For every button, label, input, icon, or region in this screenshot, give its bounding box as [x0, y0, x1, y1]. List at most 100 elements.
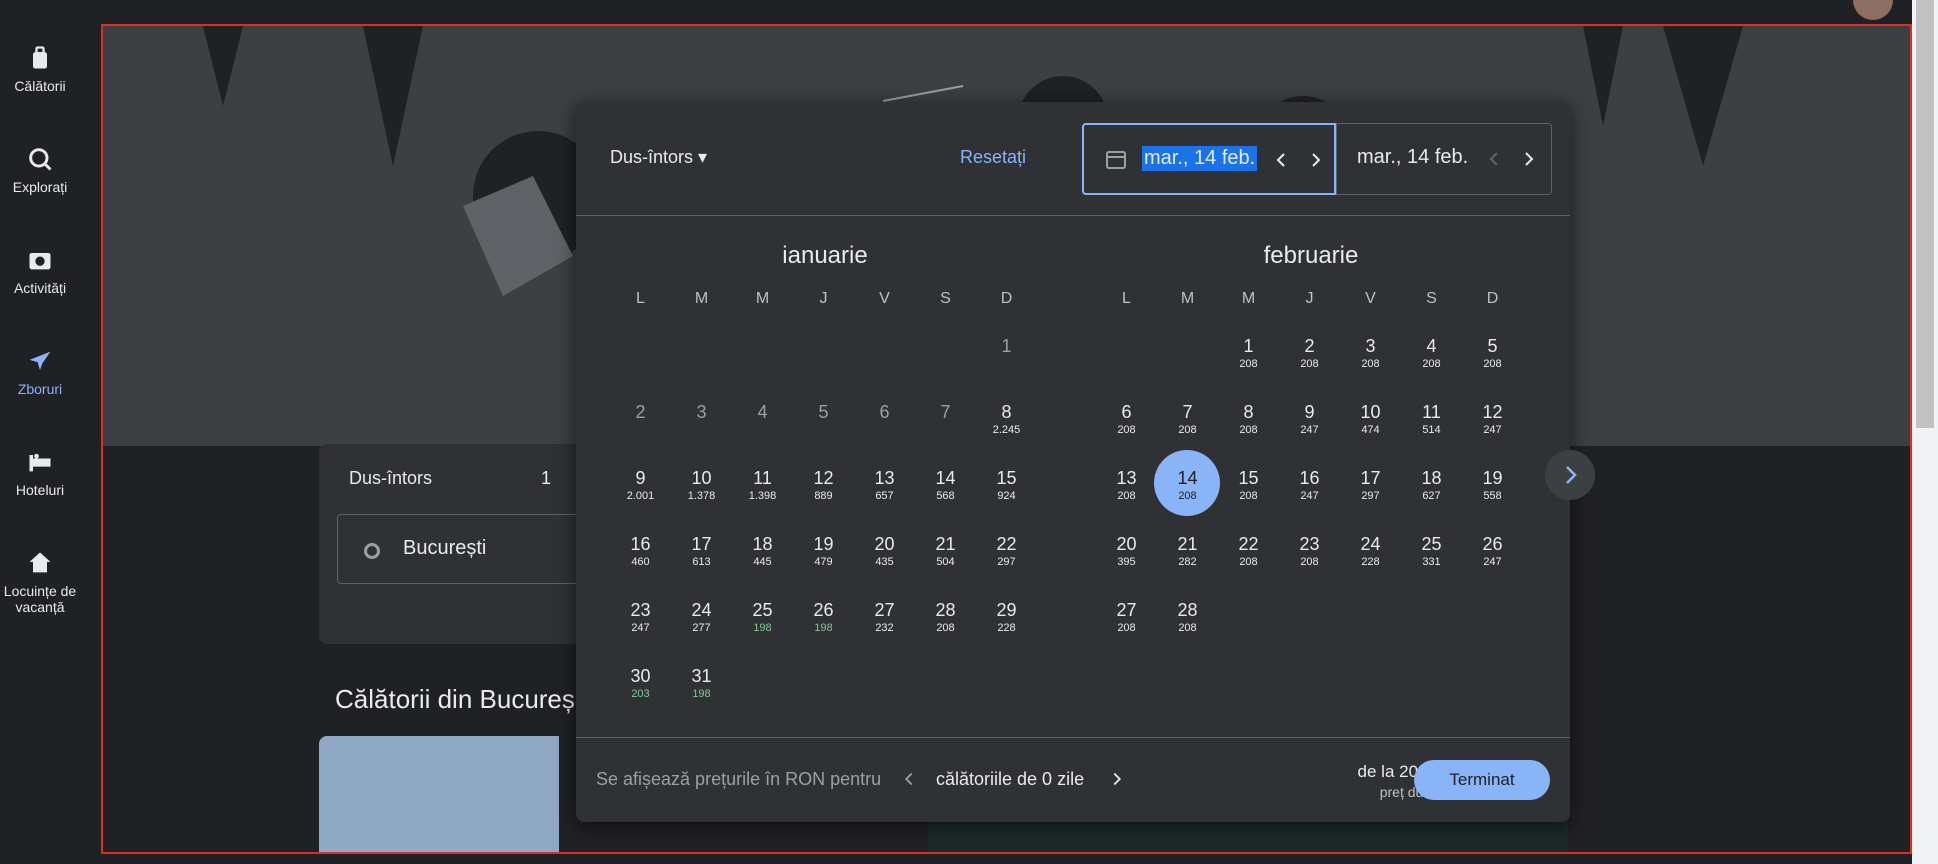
- calendar-day[interactable]: 26 198: [793, 594, 854, 660]
- next-month-button[interactable]: [1545, 450, 1595, 500]
- sidebar-item-hotels[interactable]: Hoteluri: [0, 448, 80, 498]
- calendar-day[interactable]: 29 228: [976, 594, 1037, 660]
- day-price: 208: [1117, 622, 1136, 634]
- month-january: ianuarie LMMJVSD 1 2 3 4 5 6 7 8 2.245 9 2.001 10 1.…: [610, 242, 1040, 726]
- calendar-day[interactable]: 11 1.398: [732, 462, 793, 528]
- calendar-day[interactable]: 10 474: [1340, 396, 1401, 462]
- calendar-day[interactable]: 23 208: [1279, 528, 1340, 594]
- trip-type-select[interactable]: Dus-întors: [349, 468, 432, 489]
- sidebar-item-activities[interactable]: Activități: [0, 246, 80, 296]
- day-number: 3: [1365, 336, 1376, 356]
- calendar-day[interactable]: 20 395: [1096, 528, 1157, 594]
- passengers-select[interactable]: 1: [541, 468, 551, 489]
- calendar-day[interactable]: 28 208: [915, 594, 976, 660]
- calendar-day[interactable]: 2 208: [1279, 330, 1340, 396]
- day-number: 7: [1182, 402, 1193, 422]
- calendar-day[interactable]: 12 889: [793, 462, 854, 528]
- empty-cell: [854, 330, 915, 396]
- chevron-left-icon[interactable]: [898, 768, 920, 790]
- chevron-left-icon[interactable]: [1482, 147, 1506, 171]
- calendar-day[interactable]: 12 247: [1462, 396, 1523, 462]
- calendar-day: 1: [976, 330, 1037, 396]
- calendar-day[interactable]: 1 208: [1218, 330, 1279, 396]
- chevron-right-icon[interactable]: [1304, 148, 1328, 172]
- calendar-day[interactable]: 15 208: [1218, 462, 1279, 528]
- picker-trip-type-select[interactable]: Dus-întors ▾: [610, 147, 707, 168]
- sidebar-item-flights[interactable]: Zboruri: [0, 347, 80, 397]
- empty-cell: [671, 330, 732, 396]
- reset-button[interactable]: Resetați: [960, 147, 1026, 168]
- calendar-day[interactable]: 28 208: [1157, 594, 1218, 660]
- calendar-day[interactable]: 18 627: [1401, 462, 1462, 528]
- calendar-day[interactable]: 8 208: [1218, 396, 1279, 462]
- calendar-day[interactable]: 16 247: [1279, 462, 1340, 528]
- chevron-right-icon: [1566, 466, 1577, 484]
- calendar-day[interactable]: 14 568: [915, 462, 976, 528]
- calendar-day[interactable]: 22 208: [1218, 528, 1279, 594]
- done-button[interactable]: Terminat: [1414, 760, 1550, 800]
- day-price: 1.378: [687, 490, 716, 502]
- calendar-day[interactable]: 11 514: [1401, 396, 1462, 462]
- sidebar-item-label: Zboruri: [17, 381, 63, 397]
- flight-icon: [29, 351, 51, 371]
- day-price: 924: [997, 490, 1016, 502]
- calendar-day[interactable]: 10 1.378: [671, 462, 732, 528]
- calendar-day[interactable]: 19 558: [1462, 462, 1523, 528]
- return-date-value: mar., 14 feb.: [1357, 146, 1469, 168]
- calendar-day[interactable]: 15 924: [976, 462, 1037, 528]
- calendar-day[interactable]: 31 198: [671, 660, 732, 726]
- chevron-right-icon[interactable]: [1517, 147, 1541, 171]
- return-date-field[interactable]: mar., 14 feb.: [1336, 123, 1552, 195]
- sidebar-item-vacation-rentals[interactable]: Locuințe de vacanță: [0, 549, 80, 615]
- calendar-day[interactable]: 21 282: [1157, 528, 1218, 594]
- day-number: 12: [813, 468, 834, 488]
- sidebar-item-label: Activități: [13, 280, 67, 296]
- scrollbar-thumb[interactable]: [1916, 0, 1934, 428]
- calendar-day[interactable]: 14 208: [1154, 450, 1220, 528]
- calendar-day[interactable]: 20 435: [854, 528, 915, 594]
- calendar-day[interactable]: 25 198: [732, 594, 793, 660]
- calendar-day[interactable]: 21 504: [915, 528, 976, 594]
- calendar-day[interactable]: 3 208: [1340, 330, 1401, 396]
- calendar-day[interactable]: 8 2.245: [976, 396, 1037, 462]
- calendar-day[interactable]: 13 208: [1096, 462, 1157, 528]
- day-price: 297: [1361, 490, 1380, 502]
- calendar-day[interactable]: 17 297: [1340, 462, 1401, 528]
- calendar-day[interactable]: 30 203: [610, 660, 671, 726]
- chevron-right-icon[interactable]: [1106, 768, 1128, 790]
- day-price: 208: [1422, 358, 1441, 370]
- departure-date-field[interactable]: mar., 14 feb.: [1082, 123, 1336, 195]
- calendar-day[interactable]: 9 2.001: [610, 462, 671, 528]
- sidebar-item-explore[interactable]: Explorați: [0, 145, 80, 195]
- calendar-day[interactable]: 27 208: [1096, 594, 1157, 660]
- calendar-day[interactable]: 18 445: [732, 528, 793, 594]
- weekday-header: LMMJVSD: [1096, 290, 1526, 320]
- calendar-day[interactable]: 27 232: [854, 594, 915, 660]
- empty-cell: [610, 330, 671, 396]
- calendar-day[interactable]: 5 208: [1462, 330, 1523, 396]
- day-price: 208: [1178, 490, 1197, 502]
- calendar-day[interactable]: 16 460: [610, 528, 671, 594]
- calendar-day[interactable]: 6 208: [1096, 396, 1157, 462]
- weekday-label: M: [755, 290, 770, 307]
- calendar-day[interactable]: 22 297: [976, 528, 1037, 594]
- empty-cell: [915, 330, 976, 396]
- calendar-day[interactable]: 26 247: [1462, 528, 1523, 594]
- calendar-day[interactable]: 17 613: [671, 528, 732, 594]
- calendar-day[interactable]: 25 331: [1401, 528, 1462, 594]
- day-number: 22: [996, 534, 1017, 554]
- calendar-day[interactable]: 19 479: [793, 528, 854, 594]
- sidebar-item-trips[interactable]: Călătorii: [0, 44, 80, 94]
- calendar-day[interactable]: 13 657: [854, 462, 915, 528]
- calendar-day[interactable]: 4 208: [1401, 330, 1462, 396]
- calendar-day[interactable]: 23 247: [610, 594, 671, 660]
- calendar-day[interactable]: 24 228: [1340, 528, 1401, 594]
- camera-icon: [29, 253, 51, 270]
- empty-cell: [1096, 330, 1157, 396]
- calendar-day[interactable]: 9 247: [1279, 396, 1340, 462]
- day-price: 247: [1483, 424, 1502, 436]
- destination-image[interactable]: [319, 736, 559, 852]
- day-number: 11: [753, 468, 772, 488]
- calendar-day[interactable]: 24 277: [671, 594, 732, 660]
- chevron-left-icon[interactable]: [1269, 148, 1293, 172]
